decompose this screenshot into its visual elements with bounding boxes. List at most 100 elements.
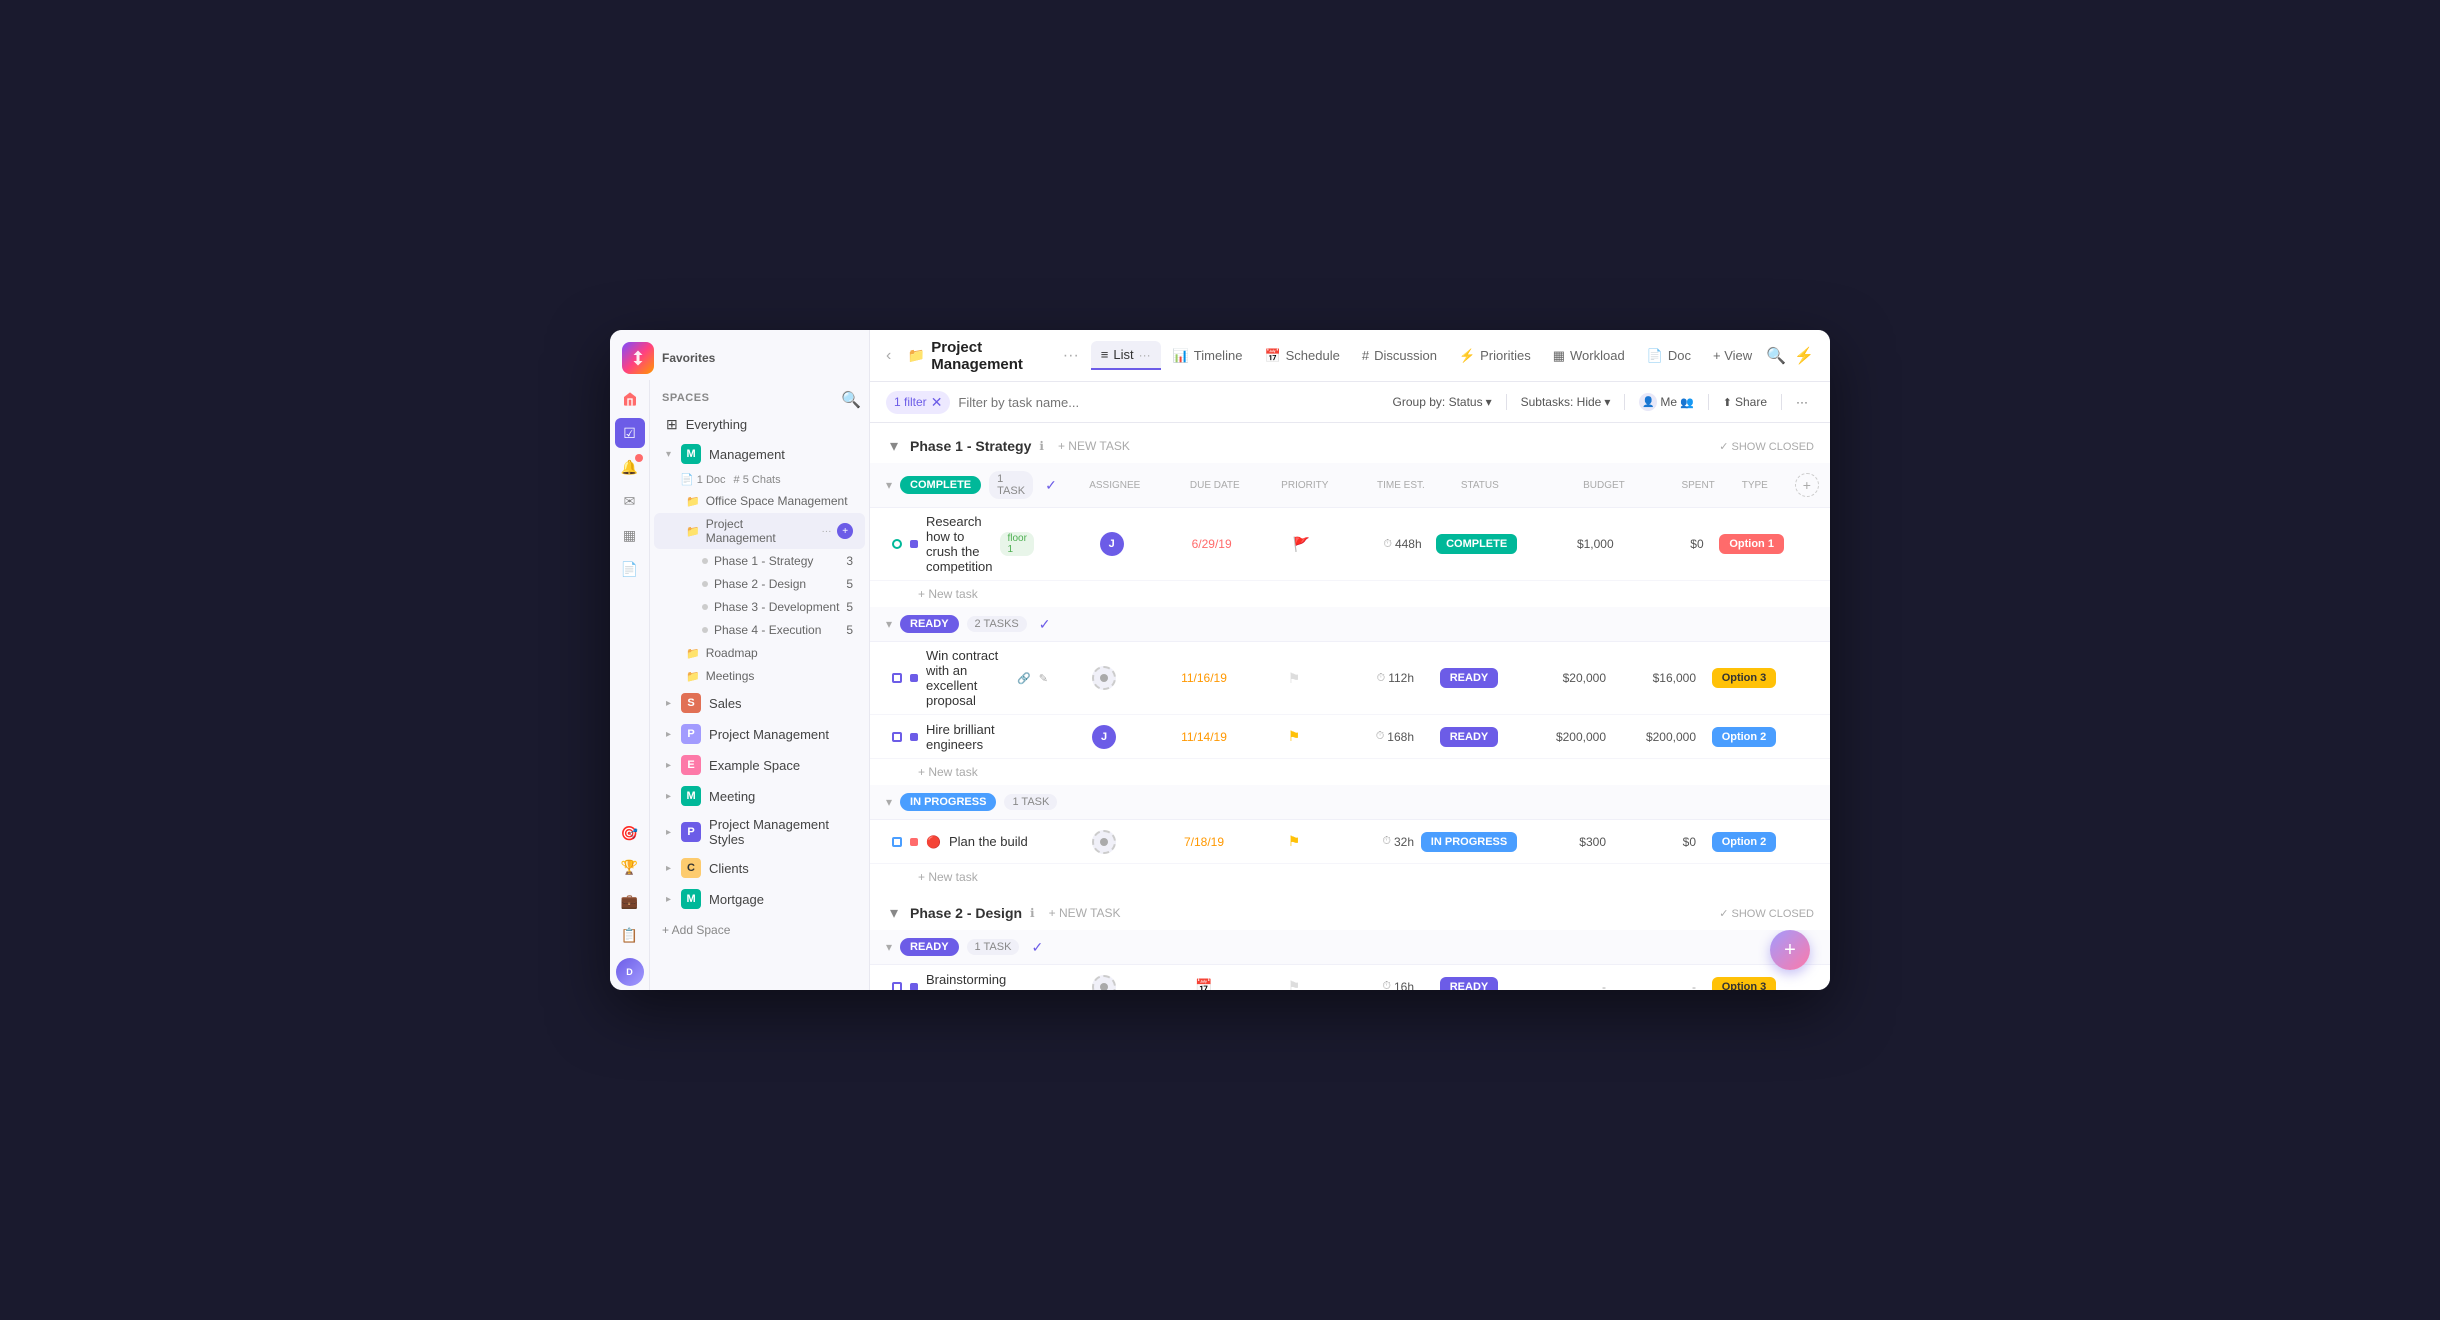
- group-ready: ▾ READY 2 TASKS ✓: [870, 607, 1830, 642]
- tab-workload[interactable]: ▦ Workload: [1543, 342, 1635, 370]
- phase2-info[interactable]: ℹ: [1030, 906, 1035, 920]
- nav-icon-bell[interactable]: 🔔: [615, 452, 645, 482]
- task3-type: Option 2: [1712, 727, 1777, 747]
- task2-name: Win contract with an excellent proposal: [926, 648, 1009, 708]
- nav-mortgage[interactable]: ▸ M Mortgage: [654, 884, 865, 914]
- complete-chevron[interactable]: ▾: [886, 478, 892, 492]
- nav-icon-goals[interactable]: 🎯: [615, 818, 645, 848]
- pm-add-btn[interactable]: +: [837, 523, 853, 539]
- me-btn[interactable]: 👤 Me 👥: [1633, 390, 1699, 414]
- nav-icon-home[interactable]: [615, 384, 645, 414]
- nav-project-management[interactable]: 📁 Project Management ··· +: [654, 513, 865, 549]
- phase2-toggle[interactable]: ▾: [886, 905, 902, 921]
- nav-pm-space[interactable]: ▸ P Project Management: [654, 719, 865, 749]
- phase1-ready-new-task[interactable]: + New task: [870, 759, 1830, 785]
- complete-check[interactable]: ✓: [1045, 477, 1057, 494]
- clients-avatar: C: [681, 858, 701, 878]
- tab-schedule[interactable]: 📅 Schedule: [1254, 342, 1349, 370]
- task-status-circle[interactable]: [892, 539, 902, 549]
- task2-assignee: [1092, 666, 1116, 690]
- task4-status: IN PROGRESS: [1421, 832, 1517, 852]
- meeting-avatar: M: [681, 786, 701, 806]
- task5-type: Option 3: [1712, 977, 1777, 991]
- task4-check[interactable]: [892, 837, 902, 847]
- filter-remove-btn[interactable]: ✕: [931, 394, 943, 411]
- task5-check[interactable]: [892, 982, 902, 991]
- schedule-icon: 📅: [1264, 348, 1280, 364]
- nav-clients[interactable]: ▸ C Clients: [654, 853, 865, 883]
- nav-icon-calendar[interactable]: 📋: [615, 920, 645, 950]
- group-by-control[interactable]: Group by: Status ▾: [1387, 392, 1498, 412]
- page-more-btn[interactable]: ···: [1063, 347, 1079, 365]
- nav-icon-dashboard[interactable]: ▦: [615, 520, 645, 550]
- phase1-show-closed[interactable]: ✓ SHOW CLOSED: [1719, 440, 1814, 453]
- lightning-icon[interactable]: ⚡: [1794, 346, 1814, 366]
- phase2-show-closed[interactable]: ✓ SHOW CLOSED: [1719, 907, 1814, 920]
- app-logo[interactable]: [622, 342, 654, 374]
- add-space-btn[interactable]: + Add Space: [650, 915, 869, 945]
- task4-type: Option 2: [1712, 832, 1777, 852]
- nav-office-space[interactable]: 📁 Office Space Management: [654, 490, 865, 512]
- task5-assignee: [1092, 975, 1116, 991]
- nav-icon-inbox[interactable]: ✉: [615, 486, 645, 516]
- task2-check[interactable]: [892, 673, 902, 683]
- tab-doc[interactable]: 📄 Doc: [1637, 342, 1701, 370]
- pm-more-dots[interactable]: ···: [821, 526, 831, 537]
- nav-sales[interactable]: ▸ S Sales: [654, 688, 865, 718]
- nav-item-everything[interactable]: ⊞ Everything: [654, 411, 865, 438]
- phase2-ready-chevron[interactable]: ▾: [886, 940, 892, 954]
- tab-add-view[interactable]: + View: [1703, 342, 1762, 369]
- nav-phase1-strategy[interactable]: Phase 1 - Strategy 3: [654, 550, 865, 572]
- phase1-info[interactable]: ℹ: [1039, 439, 1044, 453]
- phase1-name: Phase 1 - Strategy: [910, 438, 1031, 454]
- search-icon[interactable]: 🔍: [1766, 346, 1786, 366]
- share-btn[interactable]: ⬆ Share: [1717, 392, 1773, 412]
- nav-icon-docs[interactable]: 📄: [615, 554, 645, 584]
- tab-list[interactable]: ≡ List ···: [1091, 341, 1161, 370]
- nav-example-space[interactable]: ▸ E Example Space: [654, 750, 865, 780]
- more-options-btn[interactable]: ···: [1790, 392, 1814, 412]
- phase1-inprogress-new-task[interactable]: + New task: [870, 864, 1830, 890]
- user-avatar[interactable]: D: [616, 958, 644, 986]
- pm-styles-avatar: P: [681, 822, 701, 842]
- list-more[interactable]: ···: [1139, 348, 1151, 362]
- nav-icon-trophy[interactable]: 🏆: [615, 852, 645, 882]
- phase1-complete-new-task[interactable]: + New task: [870, 581, 1830, 607]
- nav-meetings[interactable]: 📁 Meetings: [654, 665, 865, 687]
- task2-due: 11/16/19: [1181, 671, 1227, 685]
- phase2-new-task-btn[interactable]: + NEW TASK: [1043, 904, 1127, 922]
- tab-discussion[interactable]: # Discussion: [1352, 342, 1447, 369]
- phase1-new-task-btn[interactable]: + NEW TASK: [1052, 437, 1136, 455]
- nav-icon-briefcase[interactable]: 💼: [615, 886, 645, 916]
- group-in-progress: ▾ IN PROGRESS 1 TASK: [870, 785, 1830, 820]
- sidebar-toggle[interactable]: ‹: [886, 347, 904, 365]
- nav-roadmap[interactable]: 📁 Roadmap: [654, 642, 865, 664]
- nav-item-management[interactable]: ▾ M Management: [654, 439, 865, 469]
- chat-count: # 5 Chats: [734, 474, 781, 486]
- nav-meeting[interactable]: ▸ M Meeting: [654, 781, 865, 811]
- spaces-search-icon[interactable]: 🔍: [841, 390, 857, 406]
- add-col-btn[interactable]: +: [1795, 473, 1819, 497]
- ready-check[interactable]: ✓: [1039, 616, 1051, 633]
- tab-timeline[interactable]: 📊 Timeline: [1163, 342, 1253, 370]
- nav-phase2-design[interactable]: Phase 2 - Design 5: [654, 573, 865, 595]
- nav-phase4-exec[interactable]: Phase 4 - Execution 5: [654, 619, 865, 641]
- task5-status: READY: [1440, 977, 1499, 991]
- task1-tag: floor 1: [1000, 532, 1033, 556]
- task3-check[interactable]: [892, 732, 902, 742]
- nav-icon-tasks[interactable]: ☑: [615, 418, 645, 448]
- phase1-toggle[interactable]: ▾: [886, 438, 902, 454]
- fab-btn[interactable]: +: [1770, 930, 1810, 970]
- phase2-ready-check[interactable]: ✓: [1031, 939, 1043, 956]
- filter-input[interactable]: [958, 395, 1378, 410]
- tab-priorities[interactable]: ⚡ Priorities: [1449, 342, 1541, 370]
- filter-tag[interactable]: 1 filter ✕: [886, 391, 950, 414]
- office-space-label: Office Space Management: [706, 494, 848, 508]
- nav-pm-styles[interactable]: ▸ P Project Management Styles: [654, 812, 865, 852]
- group-complete: ▾ COMPLETE 1 TASK ✓ ASSIGNEE DUE DATE PR…: [870, 463, 1830, 508]
- task3-budget: $200,000: [1556, 730, 1606, 744]
- inprogress-chevron[interactable]: ▾: [886, 795, 892, 809]
- nav-phase3-dev[interactable]: Phase 3 - Development 5: [654, 596, 865, 618]
- ready-chevron[interactable]: ▾: [886, 617, 892, 631]
- subtasks-control[interactable]: Subtasks: Hide ▾: [1515, 392, 1617, 412]
